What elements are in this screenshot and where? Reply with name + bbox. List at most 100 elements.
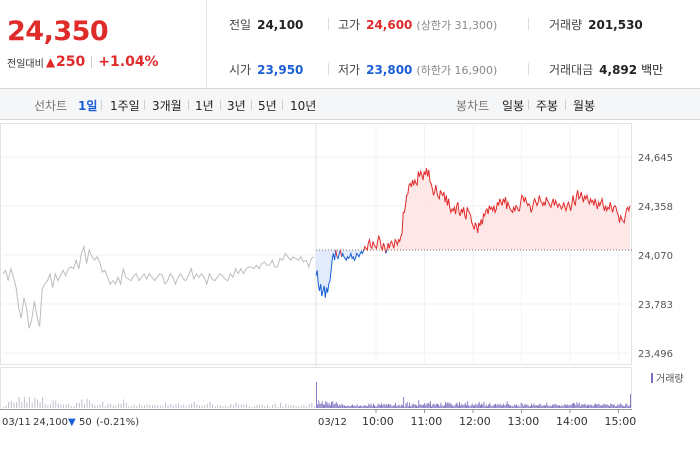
x-tick-label: 15:00 <box>605 415 637 428</box>
volume-bar <box>533 403 535 408</box>
tab-monthly-candle[interactable]: 월봉 <box>573 97 595 114</box>
volume-bar <box>371 406 373 408</box>
divider <box>328 63 329 75</box>
volume-bar <box>592 406 594 408</box>
volume-bar <box>554 403 556 408</box>
volume-bar <box>152 405 153 408</box>
volume-bar <box>31 402 33 408</box>
volume-bar <box>78 402 80 408</box>
volume-bar <box>470 405 472 408</box>
volume-bar <box>455 403 457 408</box>
volume-bar <box>514 405 516 408</box>
volume-bar <box>170 403 172 408</box>
volume-bar <box>303 404 305 408</box>
volume-value: 201,530 <box>588 18 643 32</box>
volume-bar <box>347 405 349 408</box>
tab-1-day[interactable]: 1일 <box>78 97 97 114</box>
volume-bar <box>602 405 603 408</box>
volume-bar <box>573 402 574 408</box>
tab-3-year[interactable]: 3년 <box>227 97 246 114</box>
volume-bar <box>251 407 253 408</box>
volume-bar <box>342 405 344 408</box>
volume-bar <box>248 406 250 408</box>
volume-bar <box>335 402 337 408</box>
volume-bar <box>235 402 237 408</box>
volume-bar <box>416 405 417 408</box>
volume-bar <box>112 405 114 408</box>
volume-bar <box>604 404 606 408</box>
volume-bar <box>222 406 224 408</box>
volume-bar <box>568 405 570 408</box>
x-tick-label: 11:00 <box>411 415 443 428</box>
tab-daily-candle[interactable]: 일봉 <box>502 97 524 114</box>
volume-bar <box>57 403 59 408</box>
volume-bar <box>402 405 403 408</box>
volume-bar <box>178 403 179 408</box>
volume-bar <box>225 405 226 408</box>
volume-bar <box>588 404 589 408</box>
volume-bar <box>414 404 416 408</box>
volume-bar <box>125 402 127 408</box>
volume-bar <box>230 403 232 408</box>
volume-bar <box>330 405 331 408</box>
volume-bar <box>405 403 407 408</box>
volume-bar <box>485 404 487 408</box>
tab-5-year[interactable]: 5년 <box>258 97 277 114</box>
volume-bar <box>524 404 526 408</box>
volume-bar <box>620 403 622 408</box>
volume-bar <box>183 404 185 408</box>
volume-bar <box>599 405 601 408</box>
volume-bar <box>360 405 362 408</box>
volume-bar <box>97 405 98 408</box>
volume-bar <box>571 403 573 408</box>
volume-bar <box>167 405 169 408</box>
prev-close-value: 24,100 <box>257 18 304 32</box>
tab-3-month[interactable]: 3개월 <box>152 97 182 114</box>
low-label: 저가 <box>338 63 361 77</box>
volume-bar <box>546 402 548 408</box>
tab-1-year[interactable]: 1년 <box>195 97 214 114</box>
volume-bar <box>577 404 579 408</box>
divider <box>282 100 283 110</box>
volume-bar <box>410 406 412 408</box>
volume-bar <box>256 405 258 408</box>
volume-bar <box>497 403 499 408</box>
tab-weekly-candle[interactable]: 주봉 <box>536 97 558 114</box>
volume-bar <box>461 403 463 408</box>
volume-bar <box>165 402 166 408</box>
volume-bar <box>504 405 506 408</box>
volume-bar <box>290 405 292 408</box>
volume-bar <box>480 405 481 408</box>
volume-bar <box>390 404 392 408</box>
volume-bar <box>557 405 559 408</box>
volume-bar <box>8 402 10 408</box>
volume-bar <box>488 404 489 408</box>
volume-bar <box>466 405 467 408</box>
volume-bar <box>521 403 523 408</box>
volume-bar <box>253 406 255 408</box>
volume-stat: 거래량 201,530 <box>549 16 643 33</box>
volume-bar <box>131 406 132 408</box>
volume-bar <box>436 403 438 408</box>
volume-bar <box>334 403 336 408</box>
volume-bar <box>320 403 322 408</box>
volume-bar <box>570 404 572 408</box>
volume-bar <box>350 405 352 408</box>
volume-bar <box>456 402 458 408</box>
volume-bar <box>403 397 405 408</box>
volume-bar <box>298 406 300 408</box>
x-tick-label: 14:00 <box>556 415 588 428</box>
volume-bar <box>110 403 112 408</box>
volume-bar <box>630 394 631 408</box>
volume-bar <box>516 404 517 408</box>
tab-10-year[interactable]: 10년 <box>290 97 316 114</box>
volume-bar <box>102 402 104 408</box>
volume-bar <box>37 399 38 408</box>
tab-1-week[interactable]: 1주일 <box>110 97 140 114</box>
volume-bar <box>454 405 456 408</box>
volume-bar <box>362 406 364 408</box>
volume-bar <box>619 403 621 408</box>
high-label: 고가 <box>338 18 361 32</box>
volume-bar <box>510 405 512 408</box>
volume-bar <box>512 406 514 408</box>
